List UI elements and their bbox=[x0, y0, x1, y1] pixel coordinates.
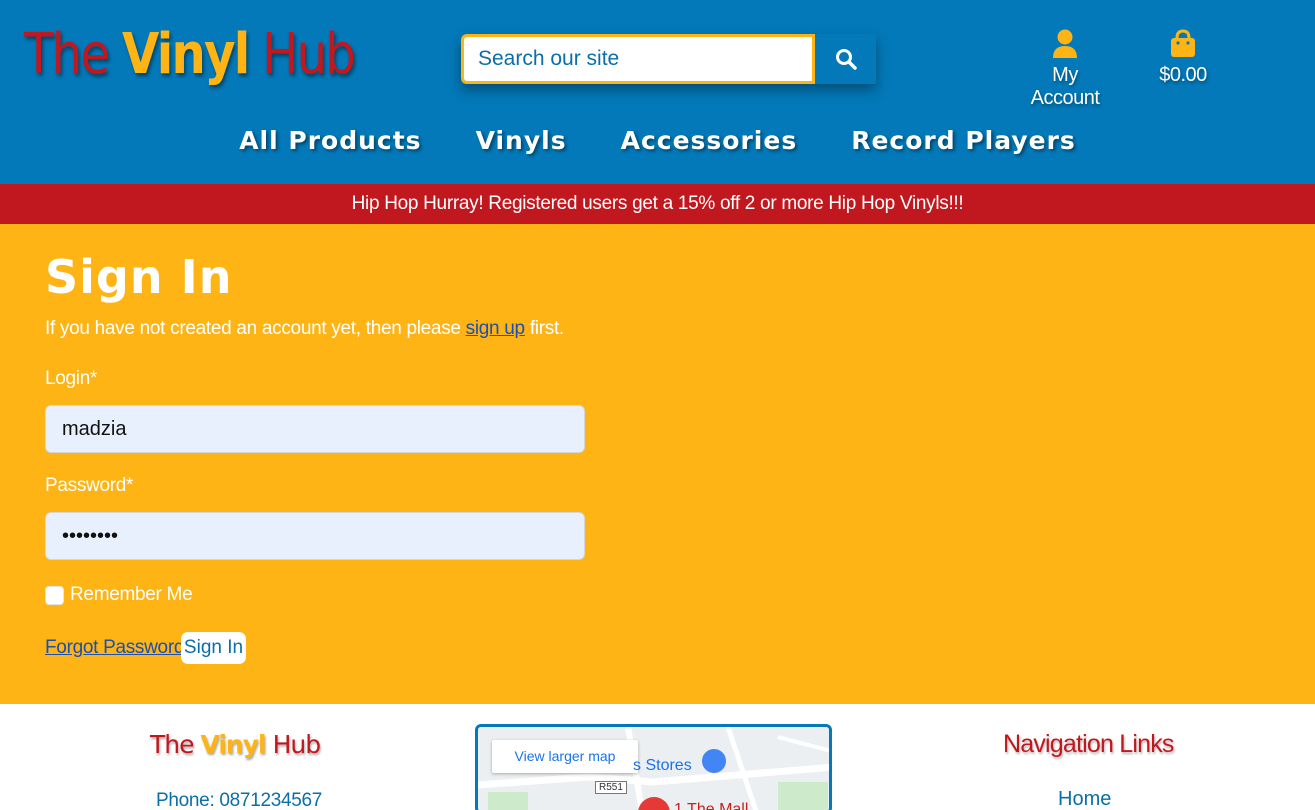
main-nav: All Products Vinyls Accessories Record P… bbox=[0, 126, 1315, 155]
map-place-label: s Stores bbox=[633, 757, 692, 774]
footer-brand: The Vinyl Hub bbox=[150, 730, 322, 759]
search-input[interactable] bbox=[461, 34, 815, 84]
my-account-link[interactable]: My Account bbox=[1018, 28, 1112, 110]
nav-record-players[interactable]: Record Players bbox=[824, 126, 1103, 155]
page-title: Sign In bbox=[45, 250, 233, 304]
footer-brand-hub: Hub bbox=[272, 730, 322, 759]
footer-phone: Phone: 0871234567 bbox=[156, 790, 323, 810]
map-pin-label: 1 The Mall bbox=[674, 801, 749, 810]
forgot-password-link[interactable]: Forgot Password? bbox=[45, 637, 195, 659]
signup-prompt: If you have not created an account yet, … bbox=[45, 318, 564, 340]
search-icon bbox=[835, 49, 857, 70]
signin-section: Sign In If you have not created an accou… bbox=[0, 224, 1315, 704]
remember-me-row: Remember Me bbox=[45, 584, 193, 606]
footer-brand-the: The bbox=[150, 730, 194, 759]
remember-me-label: Remember Me bbox=[70, 584, 193, 605]
view-larger-map-button[interactable]: View larger map bbox=[492, 740, 638, 773]
cart-link[interactable]: $0.00 bbox=[1152, 28, 1214, 87]
my-account-label: My Account bbox=[1030, 64, 1100, 109]
login-input[interactable] bbox=[45, 405, 585, 453]
signin-button[interactable]: Sign In bbox=[181, 632, 246, 664]
nav-all-products[interactable]: All Products bbox=[212, 126, 448, 155]
search-button[interactable] bbox=[815, 34, 876, 84]
user-icon bbox=[1053, 29, 1077, 58]
map-embed[interactable]: View larger map s Stores R551 1 The Mall bbox=[475, 724, 832, 810]
footer-brand-vinyl: Vinyl bbox=[200, 730, 266, 759]
logo-text-hub: Hub bbox=[262, 22, 356, 87]
footer-home-link[interactable]: Home bbox=[1058, 788, 1111, 810]
map-road-label: R551 bbox=[595, 781, 627, 794]
password-label: Password* bbox=[45, 475, 134, 496]
remember-me-checkbox[interactable] bbox=[45, 585, 64, 605]
nav-accessories[interactable]: Accessories bbox=[594, 126, 825, 155]
site-header: The Vinyl Hub My Account $0.00 All Produ… bbox=[0, 0, 1315, 184]
logo-text-vinyl: Vinyl bbox=[122, 22, 250, 87]
password-input[interactable] bbox=[45, 512, 585, 560]
shopping-bag-icon bbox=[1171, 29, 1195, 57]
signup-link[interactable]: sign up bbox=[466, 318, 525, 339]
cart-total: $0.00 bbox=[1159, 64, 1207, 86]
site-logo[interactable]: The Vinyl Hub bbox=[24, 22, 356, 87]
logo-text-the: The bbox=[24, 22, 110, 87]
signup-prompt-end: first. bbox=[529, 318, 564, 339]
footer-nav-title: Navigation Links bbox=[1003, 730, 1174, 758]
nav-vinyls[interactable]: Vinyls bbox=[449, 126, 594, 155]
login-label: Login* bbox=[45, 368, 98, 389]
promo-banner: Hip Hop Hurray! Registered users get a 1… bbox=[0, 184, 1315, 224]
site-footer: The Vinyl Hub Phone: 0871234567 View lar… bbox=[0, 704, 1315, 810]
search-form bbox=[461, 34, 876, 84]
signup-prompt-text: If you have not created an account yet, … bbox=[45, 318, 461, 339]
